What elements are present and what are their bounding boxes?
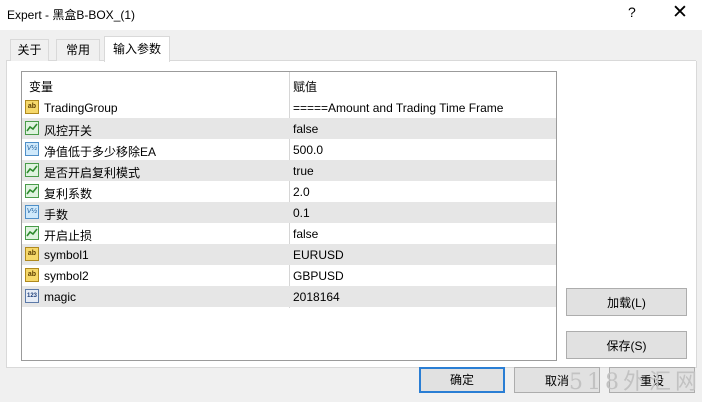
param-name: 手数 xyxy=(44,208,69,222)
int-icon: 123 xyxy=(25,289,39,303)
param-name: 复利系数 xyxy=(44,187,93,201)
param-value[interactable]: 500.0 xyxy=(293,143,323,157)
watermark: 518外汇网 xyxy=(569,370,701,395)
save-button[interactable]: 保存(S) xyxy=(566,331,687,359)
param-value[interactable]: 2018164 xyxy=(293,290,340,304)
double-icon: V½ xyxy=(25,142,39,156)
bool-icon xyxy=(25,163,39,177)
param-name: 开启止损 xyxy=(44,229,93,243)
param-row[interactable]: 风控开关 false xyxy=(22,118,556,139)
bool-icon xyxy=(25,121,39,135)
param-value[interactable]: 0.1 xyxy=(293,206,310,220)
bool-icon xyxy=(25,226,39,240)
help-button[interactable]: ? xyxy=(628,4,636,20)
param-row[interactable]: ab TradingGroup =====Amount and Trading … xyxy=(22,97,556,118)
tab-inputs[interactable]: 输入参数 xyxy=(104,36,170,62)
param-row[interactable]: 复利系数 2.0 xyxy=(22,181,556,202)
param-value[interactable]: false xyxy=(293,227,318,241)
bool-icon xyxy=(25,184,39,198)
close-button[interactable]: ✕ xyxy=(672,1,688,24)
param-value[interactable]: false xyxy=(293,122,318,136)
param-row[interactable]: V½ 手数 0.1 xyxy=(22,202,556,223)
param-row[interactable]: 123 magic 2018164 xyxy=(22,286,556,307)
column-header-value[interactable]: 赋值 xyxy=(293,78,317,95)
param-name: symbol1 xyxy=(44,248,89,262)
param-row[interactable]: 开启止损 false xyxy=(22,223,556,244)
param-name: 风控开关 xyxy=(44,124,93,138)
param-value[interactable]: =====Amount and Trading Time Frame xyxy=(293,101,503,115)
param-row[interactable]: ab symbol2 GBPUSD xyxy=(22,265,556,286)
param-row[interactable]: 是否开启复利模式 true xyxy=(22,160,556,181)
tab-common[interactable]: 常用 xyxy=(56,39,100,61)
param-value[interactable]: GBPUSD xyxy=(293,269,344,283)
param-row[interactable]: ab symbol1 EURUSD xyxy=(22,244,556,265)
column-header-variable[interactable]: 变量 xyxy=(29,78,53,95)
param-name: 净值低于多少移除EA xyxy=(44,145,157,159)
inputs-grid: 变量 赋值 ab TradingGroup =====Amount and Tr… xyxy=(21,71,557,361)
window-title: Expert - 黑盒B-BOX_(1) xyxy=(7,8,136,22)
tab-about[interactable]: 关于 xyxy=(10,39,49,61)
param-name: magic xyxy=(44,290,77,304)
ok-button[interactable]: 确定 xyxy=(419,367,505,393)
param-name: TradingGroup xyxy=(44,101,118,115)
string-icon: ab xyxy=(25,247,39,261)
string-icon: ab xyxy=(25,268,39,282)
param-row[interactable]: V½ 净值低于多少移除EA 500.0 xyxy=(22,139,556,160)
double-icon: V½ xyxy=(25,205,39,219)
param-value[interactable]: 2.0 xyxy=(293,185,310,199)
string-icon: ab xyxy=(25,100,39,114)
title-bar: Expert - 黑盒B-BOX_(1) ? ✕ xyxy=(0,0,702,30)
load-button[interactable]: 加载(L) xyxy=(566,288,687,316)
param-value[interactable]: EURUSD xyxy=(293,248,344,262)
param-name: symbol2 xyxy=(44,269,89,283)
param-name: 是否开启复利模式 xyxy=(44,166,141,180)
param-value[interactable]: true xyxy=(293,164,314,178)
